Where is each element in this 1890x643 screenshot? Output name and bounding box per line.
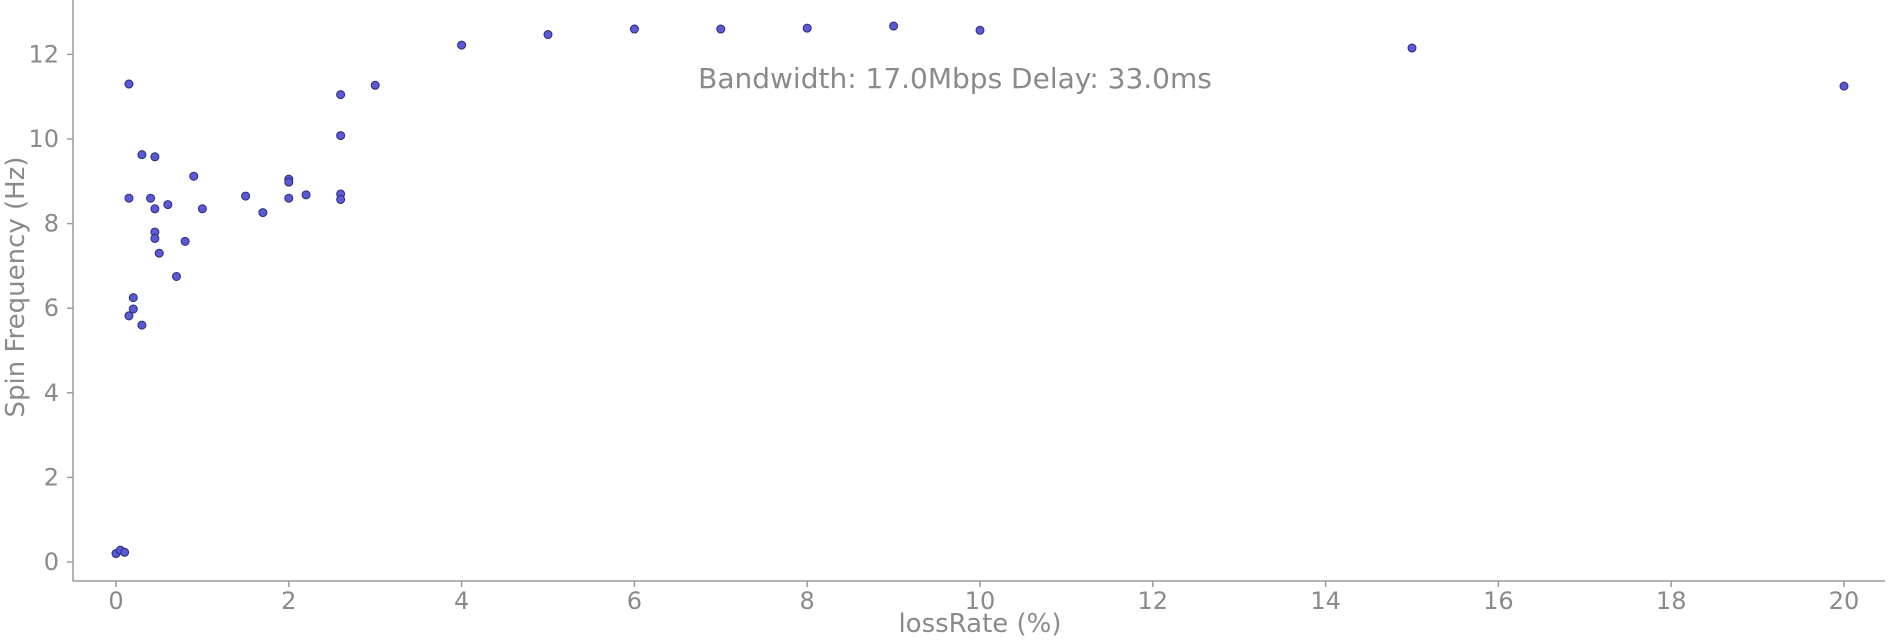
data-point <box>150 233 160 243</box>
x-tick-label: 8 <box>800 587 815 615</box>
data-point <box>120 547 130 557</box>
data-point <box>301 190 311 200</box>
y-tick-label: 10 <box>28 125 59 153</box>
data-point <box>284 177 294 187</box>
data-point <box>716 24 726 34</box>
scatter-chart: 0 2 4 6 8 10 12 14 16 18 20 0 2 4 6 8 10 12 Bandwidth: 1… <box>0 0 1890 643</box>
x-tick-label: 20 <box>1829 587 1860 615</box>
data-point <box>189 171 199 181</box>
chart-annotation: Bandwidth: 17.0Mbps Delay: 33.0ms <box>698 62 1212 95</box>
data-point <box>241 191 251 201</box>
data-point <box>146 193 156 203</box>
x-tick-label: 18 <box>1656 587 1687 615</box>
data-point <box>975 25 985 35</box>
y-tick-label: 6 <box>44 294 59 322</box>
data-point <box>543 30 553 40</box>
data-point <box>457 40 467 50</box>
x-tick-label: 14 <box>1310 587 1341 615</box>
chart-svg: 0 2 4 6 8 10 12 14 16 18 20 024681012 Bandwidth: 1… <box>1 0 1885 639</box>
x-axis-label: lossRate (%) <box>898 609 1061 639</box>
data-point <box>197 204 207 214</box>
data-point <box>171 271 181 281</box>
data-point <box>180 236 190 246</box>
data-point <box>284 193 294 203</box>
data-point <box>889 21 899 31</box>
data-point <box>128 293 138 303</box>
y-axis-label: Spin Frequency (Hz) <box>1 156 31 417</box>
data-point <box>1839 81 1849 91</box>
y-tick-label: 4 <box>44 379 59 407</box>
x-tick-label: 12 <box>1138 587 1169 615</box>
x-tick-label: 16 <box>1483 587 1514 615</box>
y-axis-ticks: 0 2 4 6 8 10 12 <box>28 40 73 576</box>
data-point <box>154 248 164 258</box>
data-point <box>336 131 346 141</box>
data-point <box>150 204 160 214</box>
x-tick-label: 4 <box>454 587 469 615</box>
data-point <box>124 193 134 203</box>
data-point <box>128 304 138 314</box>
data-point <box>163 200 173 210</box>
data-point <box>150 152 160 162</box>
x-tick-label: 0 <box>108 587 123 615</box>
x-tick-label: 2 <box>281 587 296 615</box>
data-point <box>336 90 346 100</box>
data-point <box>1407 43 1417 53</box>
data-point <box>629 24 639 34</box>
data-points <box>111 21 1849 559</box>
x-tick-label: 6 <box>627 587 642 615</box>
y-tick-label: 8 <box>44 210 59 238</box>
data-point <box>124 79 134 89</box>
y-tick-label: 12 <box>28 40 59 68</box>
data-point <box>258 208 268 218</box>
data-point <box>137 150 147 160</box>
data-point <box>370 80 380 90</box>
data-point <box>137 320 147 330</box>
data-point <box>802 23 812 33</box>
data-point <box>336 194 346 204</box>
y-tick-label: 2 <box>44 463 59 491</box>
y-tick-label: 0 <box>44 548 59 576</box>
